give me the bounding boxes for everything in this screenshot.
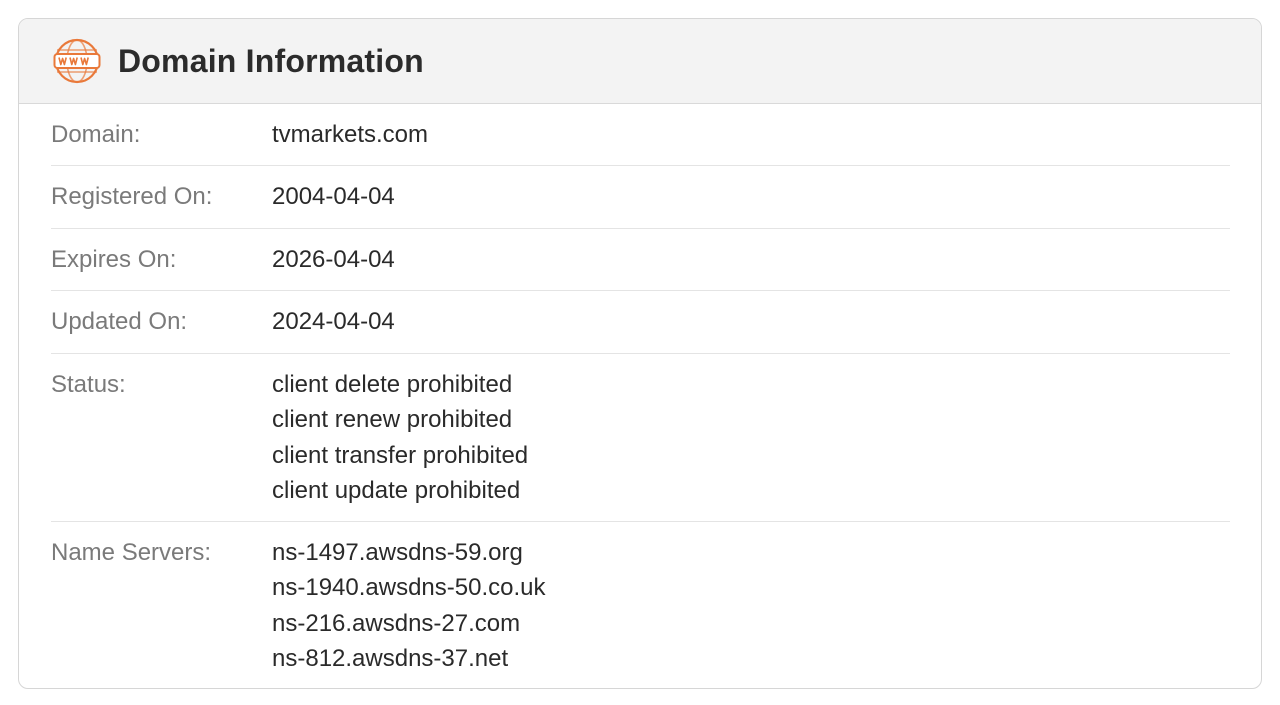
row-value-list: 2026-04-04 — [272, 242, 395, 278]
name-server-value: ns-1940.awsdns-50.co.uk — [272, 574, 546, 602]
row-name-servers: Name Servers: ns-1497.awsdns-59.org ns-1… — [51, 522, 1230, 688]
status-value: client update prohibited — [272, 477, 521, 505]
name-server-value: ns-216.awsdns-27.com — [272, 609, 521, 637]
row-updated-on: Updated On: 2024-04-04 — [51, 291, 1230, 354]
panel-header: Domain Information — [19, 19, 1261, 104]
panel-title: Domain Information — [118, 42, 424, 79]
status-value: client renew prohibited — [272, 406, 513, 434]
row-domain: Domain: tvmarkets.com — [51, 104, 1230, 167]
row-expires-on: Expires On: 2026-04-04 — [51, 229, 1230, 292]
row-registered-on: Registered On: 2004-04-04 — [51, 166, 1230, 229]
status-value: client transfer prohibited — [272, 441, 529, 469]
domain-details-table: Domain: tvmarkets.com Registered On: 200… — [19, 104, 1261, 688]
row-status: Status: client delete prohibited client … — [51, 354, 1230, 522]
www-globe-icon — [52, 36, 102, 86]
row-value-list: 2024-04-04 — [272, 304, 395, 340]
name-server-value: ns-1497.awsdns-59.org — [272, 538, 523, 566]
row-label: Expires On: — [51, 245, 177, 273]
row-label: Updated On: — [51, 308, 188, 336]
updated-date-value: 2024-04-04 — [272, 308, 395, 336]
status-value: client delete prohibited — [272, 370, 513, 398]
row-value-list: 2004-04-04 — [272, 179, 395, 215]
row-label: Name Servers: — [51, 538, 212, 566]
domain-information-panel: Domain Information Domain: tvmarkets.com… — [18, 18, 1262, 689]
name-server-value: ns-812.awsdns-37.net — [272, 645, 509, 673]
row-value-list: tvmarkets.com — [272, 117, 428, 153]
expires-date-value: 2026-04-04 — [272, 245, 395, 273]
row-value-list: ns-1497.awsdns-59.org ns-1940.awsdns-50.… — [272, 535, 546, 677]
registered-date-value: 2004-04-04 — [272, 183, 395, 211]
row-value-list: client delete prohibited client renew pr… — [272, 367, 528, 509]
row-label: Registered On: — [51, 183, 213, 211]
row-label: Domain: — [51, 121, 141, 148]
row-label: Status: — [51, 370, 126, 398]
domain-value: tvmarkets.com — [272, 121, 429, 148]
